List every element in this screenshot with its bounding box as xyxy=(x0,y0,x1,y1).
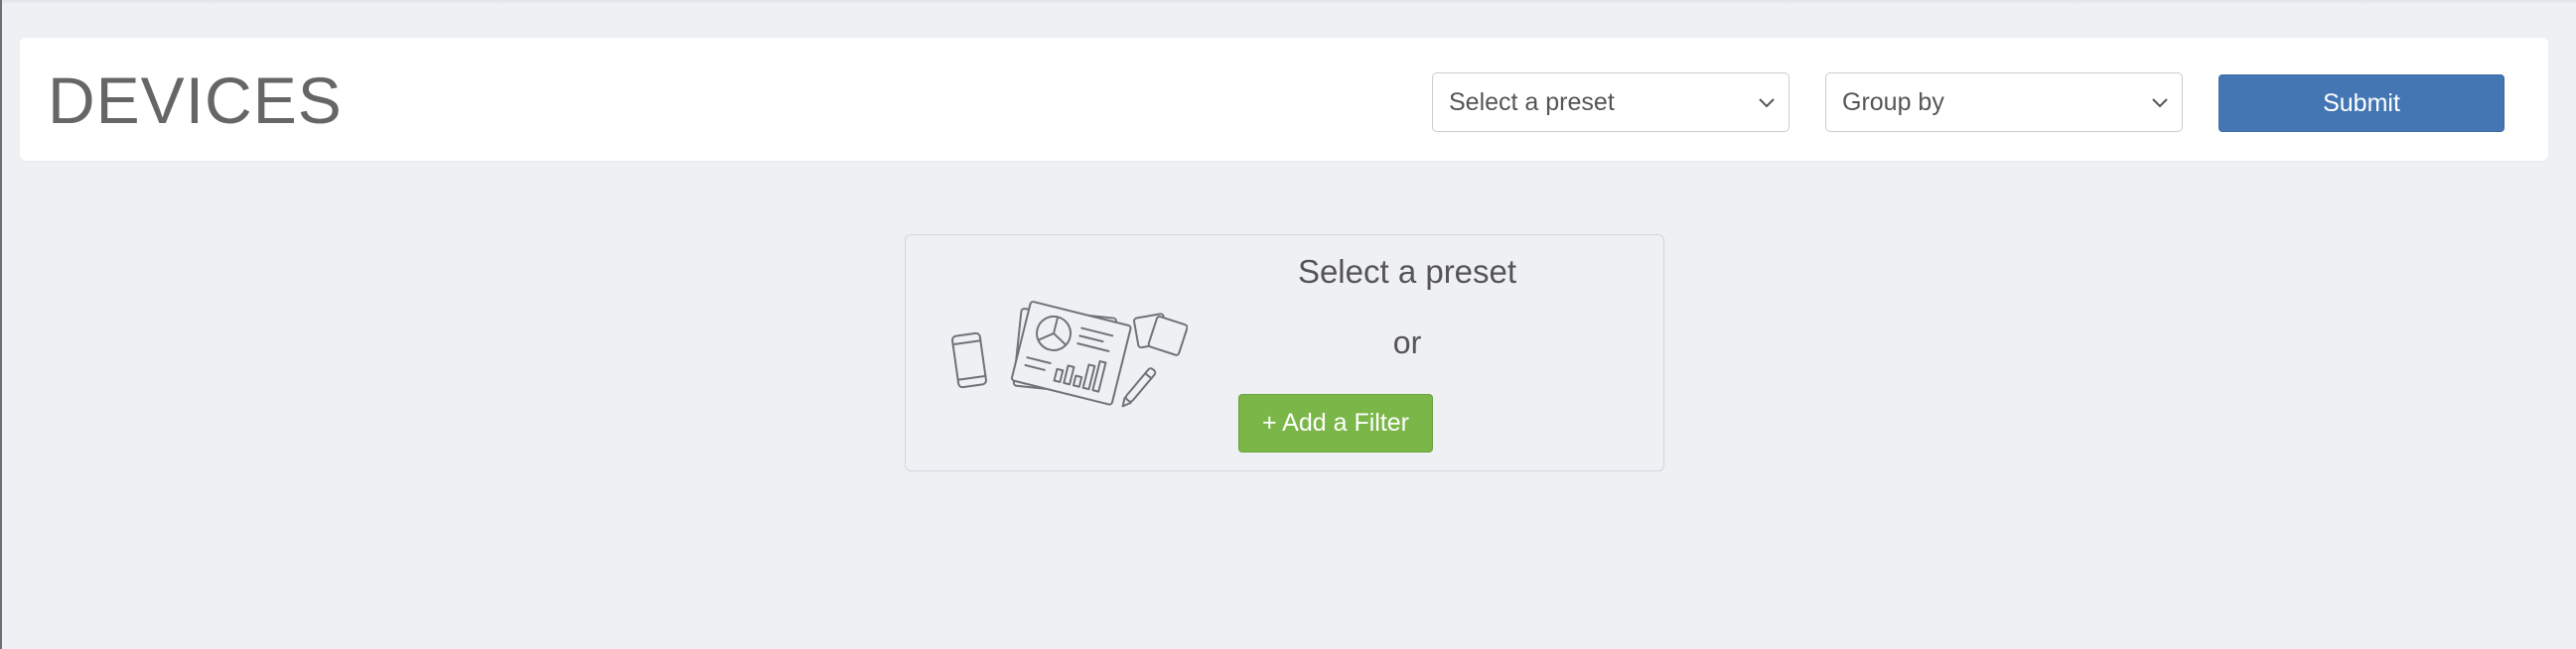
empty-state-title: Select a preset xyxy=(1297,253,1517,290)
top-shadow xyxy=(0,0,2576,4)
group-by-select[interactable]: Group by xyxy=(1825,72,2183,132)
empty-state-panel: Select a preset or + Add a Filter xyxy=(905,234,1664,471)
chevron-down-icon xyxy=(1759,98,1775,108)
window-left-edge xyxy=(0,0,2,649)
chevron-down-icon xyxy=(2152,98,2168,108)
submit-button[interactable]: Submit xyxy=(2218,74,2504,132)
add-filter-button[interactable]: + Add a Filter xyxy=(1238,394,1433,453)
preset-select-value: Select a preset xyxy=(1449,87,1615,116)
page-title: DEVICES xyxy=(48,64,343,137)
empty-state-or: or xyxy=(1392,324,1422,360)
preset-select[interactable]: Select a preset xyxy=(1432,72,1789,132)
group-by-select-value: Group by xyxy=(1842,87,1944,116)
dashboard-reports-illustration-icon xyxy=(951,301,1188,408)
page-header: DEVICES Select a preset Group by Submit xyxy=(20,38,2548,161)
